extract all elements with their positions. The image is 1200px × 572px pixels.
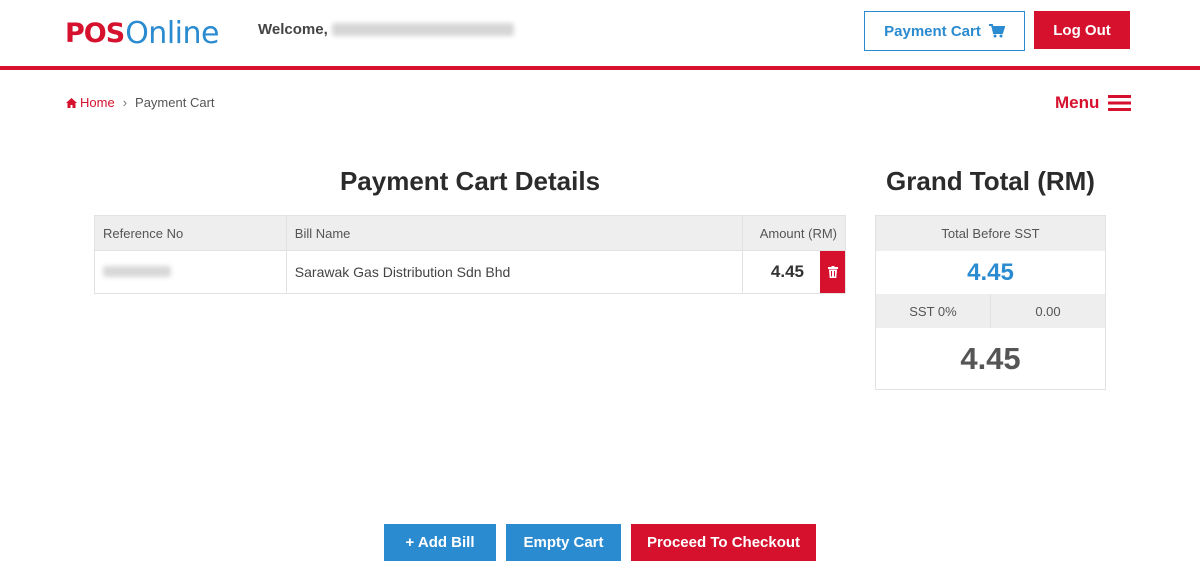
empty-cart-button[interactable]: Empty Cart [506, 524, 621, 561]
home-icon [66, 97, 77, 108]
logout-button[interactable]: Log Out [1034, 11, 1130, 49]
menu-toggle[interactable]: Menu [1055, 93, 1132, 113]
breadcrumb-current: Payment Cart [135, 95, 215, 110]
sst-label: SST 0% [876, 294, 991, 328]
cart-table: Reference No Bill Name Amount (RM) Saraw… [94, 215, 846, 294]
payment-cart-button[interactable]: Payment Cart [864, 11, 1025, 51]
cart-details-title: Payment Cart Details [339, 166, 601, 196]
breadcrumb-chevron-icon: › [122, 95, 128, 110]
cart-icon [988, 24, 1005, 38]
total-before-sst-value: 4.45 [967, 258, 1014, 286]
cart-table-header-row: Reference No Bill Name Amount (RM) [94, 215, 846, 251]
delete-bill-button[interactable] [820, 251, 845, 293]
column-header-bill-name: Bill Name [285, 215, 744, 251]
logo-online-text: Online [125, 15, 219, 51]
total-before-sst-label: Total Before SST [876, 216, 1105, 251]
sst-value: 0.00 [1035, 303, 1061, 319]
site-header: POS Online Welcome, Payment Cart Log Out [0, 0, 1200, 66]
breadcrumb-home-label: Home [80, 95, 115, 110]
hamburger-icon [1108, 95, 1132, 111]
column-header-reference: Reference No [94, 215, 287, 251]
menu-label: Menu [1055, 93, 1100, 112]
pos-online-logo[interactable]: POS Online [65, 15, 219, 51]
reference-cell [94, 250, 287, 294]
column-header-amount: Amount (RM) [742, 215, 846, 251]
amount-value: 4.45 [770, 262, 804, 281]
bill-name-cell: Sarawak Gas Distribution Sdn Bhd [285, 250, 744, 294]
header-divider [0, 66, 1200, 70]
trash-icon [827, 266, 838, 278]
grand-total-title: Grand Total (RM) [886, 166, 1095, 196]
payment-cart-label: Payment Cart [884, 22, 981, 40]
proceed-to-checkout-button[interactable]: Proceed To Checkout [631, 524, 816, 561]
welcome-message: Welcome, [258, 21, 514, 38]
welcome-label: Welcome, [258, 21, 328, 38]
grand-total-value: 4.45 [960, 340, 1021, 376]
table-row: Sarawak Gas Distribution Sdn Bhd 4.45 [94, 250, 846, 294]
logo-pos-text: POS [65, 17, 125, 49]
sst-row: SST 0% 0.00 [876, 294, 1105, 328]
grand-total-panel: Total Before SST 4.45 SST 0% 0.00 4.45 [875, 215, 1106, 390]
amount-cell: 4.45 [742, 250, 846, 294]
add-bill-button[interactable]: + Add Bill [384, 524, 496, 561]
user-email-redacted [331, 23, 514, 36]
breadcrumb-home-link[interactable]: Home [66, 95, 115, 110]
reference-no-redacted [103, 266, 171, 277]
breadcrumb: Home › Payment Cart [66, 95, 215, 110]
